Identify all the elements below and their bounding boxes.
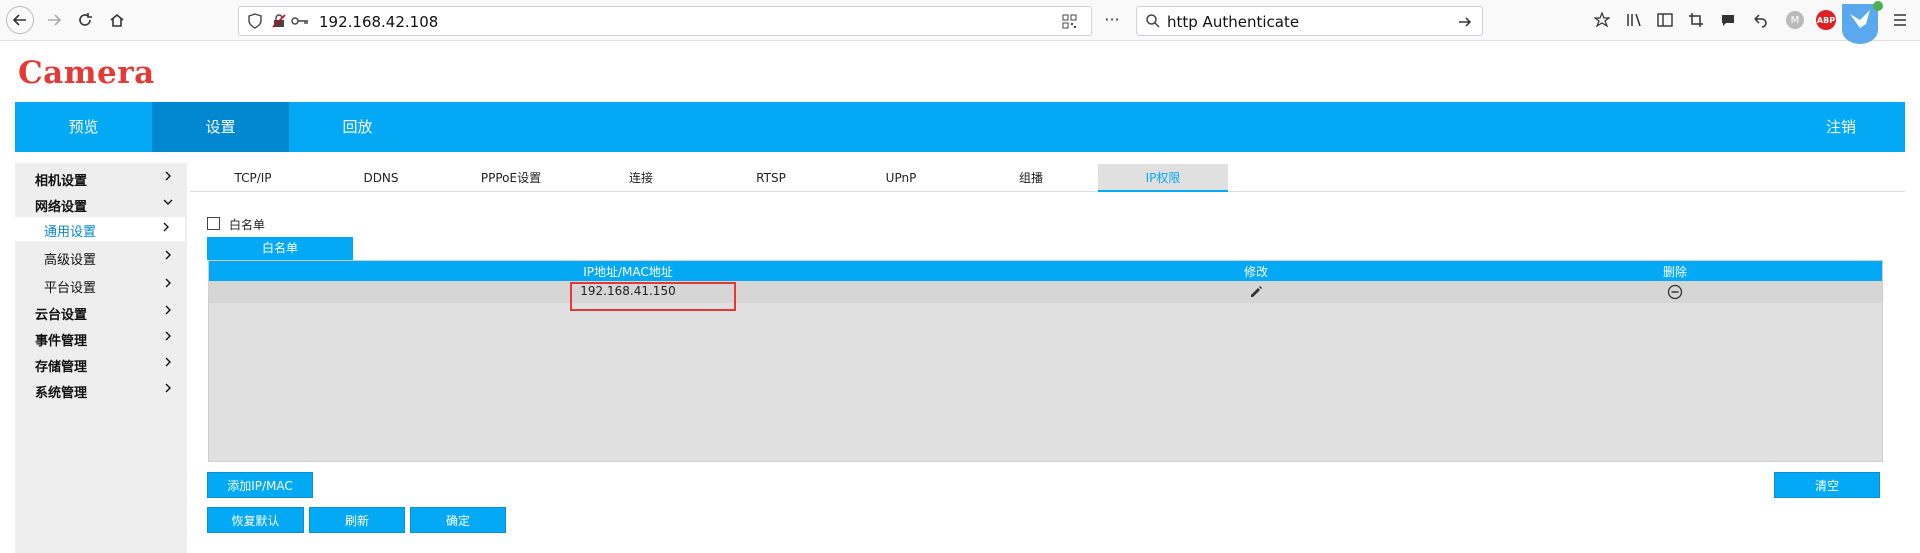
chevron-right-icon: [165, 250, 171, 260]
refresh-button[interactable]: 刷新: [309, 507, 405, 533]
chevron-right-icon: [165, 383, 171, 393]
search-input[interactable]: http Authenticate: [1136, 6, 1483, 36]
sidebar-item-event-management[interactable]: 事件管理: [15, 326, 187, 350]
table-row[interactable]: 192.168.41.150: [209, 281, 1882, 303]
chevron-right-icon: [165, 357, 171, 367]
chevron-down-icon: [163, 199, 173, 205]
sidebar-item-label: 网络设置: [35, 200, 88, 215]
tab-ip-permission[interactable]: IP权限: [1098, 164, 1228, 192]
chevron-right-icon: [165, 278, 171, 288]
insecure-lock-icon[interactable]: [271, 13, 287, 29]
tab-multicast[interactable]: 组播: [966, 164, 1096, 192]
menu-hamburger-icon[interactable]: [1892, 12, 1908, 28]
sidebar-item-label: 存储管理: [35, 360, 88, 375]
whitelist-checkbox-label: 白名单: [229, 218, 266, 232]
column-header-address: IP地址/MAC地址: [583, 265, 673, 279]
chevron-right-icon: [165, 331, 171, 341]
sidebar-item-general-settings[interactable]: 通用设置: [15, 217, 185, 241]
sidebar-item-ptz-settings[interactable]: 云台设置: [15, 300, 187, 324]
sidebar-item-advanced-settings[interactable]: 高级设置: [15, 245, 187, 269]
settings-sidebar: 相机设置 网络设置 通用设置 高级设置 平台设置 云台设置 事件管理 存储管理 …: [15, 163, 187, 553]
sidebar-toggle-icon[interactable]: [1657, 12, 1673, 28]
search-text[interactable]: http Authenticate: [1167, 13, 1299, 31]
sidebar-item-label: 系统管理: [35, 386, 88, 401]
clear-button[interactable]: 清空: [1774, 472, 1880, 498]
column-header-edit: 修改: [1243, 265, 1269, 279]
sidebar-item-network-settings[interactable]: 网络设置: [15, 192, 187, 216]
home-icon: [110, 13, 124, 27]
sidebar-item-camera-settings[interactable]: 相机设置: [15, 166, 187, 190]
sidebar-item-storage-management[interactable]: 存储管理: [15, 352, 187, 376]
bird-extension-icon[interactable]: [1836, 0, 1884, 44]
edit-pencil-icon[interactable]: [1248, 284, 1264, 300]
address-bar[interactable]: 192.168.42.108: [238, 6, 1092, 36]
restore-default-button[interactable]: 恢复默认: [207, 507, 304, 533]
confirm-button[interactable]: 确定: [410, 507, 506, 533]
network-tabs: TCP/IP DDNS PPPoE设置 连接 RTSP UPnP 组播 IP权限: [190, 164, 1905, 192]
sidebar-item-label: 平台设置: [44, 281, 97, 296]
browser-toolbar: 192.168.42.108 ··· http Authenticate M A…: [0, 0, 1920, 44]
sidebar-item-label: 相机设置: [35, 174, 88, 189]
more-actions-icon[interactable]: ···: [1102, 12, 1122, 28]
go-arrow-icon[interactable]: [1457, 14, 1473, 30]
whitelist-checkbox[interactable]: [207, 217, 220, 230]
highlight-box: [570, 282, 736, 311]
ip-list-table: IP地址/MAC地址 修改 删除 192.168.41.150: [208, 260, 1883, 462]
nav-playback[interactable]: 回放: [289, 102, 426, 152]
tab-rtsp[interactable]: RTSP: [706, 164, 836, 192]
sidebar-item-platform-settings[interactable]: 平台设置: [15, 273, 187, 297]
forward-arrow-icon: [48, 14, 62, 26]
adblock-icon[interactable]: ABP: [1816, 10, 1836, 30]
chevron-right-icon: [163, 222, 169, 232]
tab-tcpip[interactable]: TCP/IP: [190, 164, 316, 192]
chevron-right-icon: [165, 305, 171, 315]
tab-ddns[interactable]: DDNS: [316, 164, 446, 192]
account-avatar-icon[interactable]: M: [1786, 11, 1804, 29]
shield-icon[interactable]: [247, 13, 263, 29]
search-icon: [1146, 14, 1160, 28]
reload-icon: [79, 13, 92, 26]
sidebar-item-label: 通用设置: [44, 225, 97, 240]
reload-button[interactable]: [71, 6, 99, 34]
tab-pppoe[interactable]: PPPoE设置: [446, 164, 576, 192]
qr-code-icon[interactable]: [1062, 14, 1077, 29]
chevron-right-icon: [165, 171, 171, 181]
column-header-delete: 删除: [1662, 265, 1688, 279]
library-icon[interactable]: [1626, 12, 1644, 28]
delete-minus-icon[interactable]: [1667, 284, 1683, 300]
bookmark-star-icon[interactable]: [1594, 12, 1610, 28]
back-button[interactable]: [6, 6, 34, 34]
undo-icon[interactable]: [1752, 12, 1768, 28]
brand-logo: Camera: [18, 55, 155, 91]
whitelist-tab[interactable]: 白名单: [207, 237, 353, 260]
sidebar-item-label: 高级设置: [44, 253, 97, 268]
main-nav: 预览 设置 回放 注销: [15, 102, 1905, 152]
home-button[interactable]: [103, 6, 131, 34]
nav-preview[interactable]: 预览: [15, 102, 152, 152]
tab-upnp[interactable]: UPnP: [836, 164, 966, 192]
nav-settings[interactable]: 设置: [152, 102, 289, 152]
table-header: IP地址/MAC地址 修改 删除: [209, 261, 1882, 281]
forward-button[interactable]: [40, 6, 68, 34]
sidebar-item-label: 事件管理: [35, 334, 88, 349]
url-text[interactable]: 192.168.42.108: [319, 13, 438, 31]
key-icon[interactable]: [291, 15, 309, 27]
logout-button[interactable]: 注销: [1791, 102, 1891, 152]
back-arrow-icon: [12, 14, 26, 26]
tab-connection[interactable]: 连接: [576, 164, 706, 192]
add-ip-mac-button[interactable]: 添加IP/MAC: [207, 472, 313, 498]
sidebar-item-label: 云台设置: [35, 308, 88, 323]
crop-icon[interactable]: [1688, 12, 1704, 28]
chat-bubble-icon[interactable]: [1720, 12, 1736, 28]
sidebar-item-system-management[interactable]: 系统管理: [15, 378, 187, 402]
